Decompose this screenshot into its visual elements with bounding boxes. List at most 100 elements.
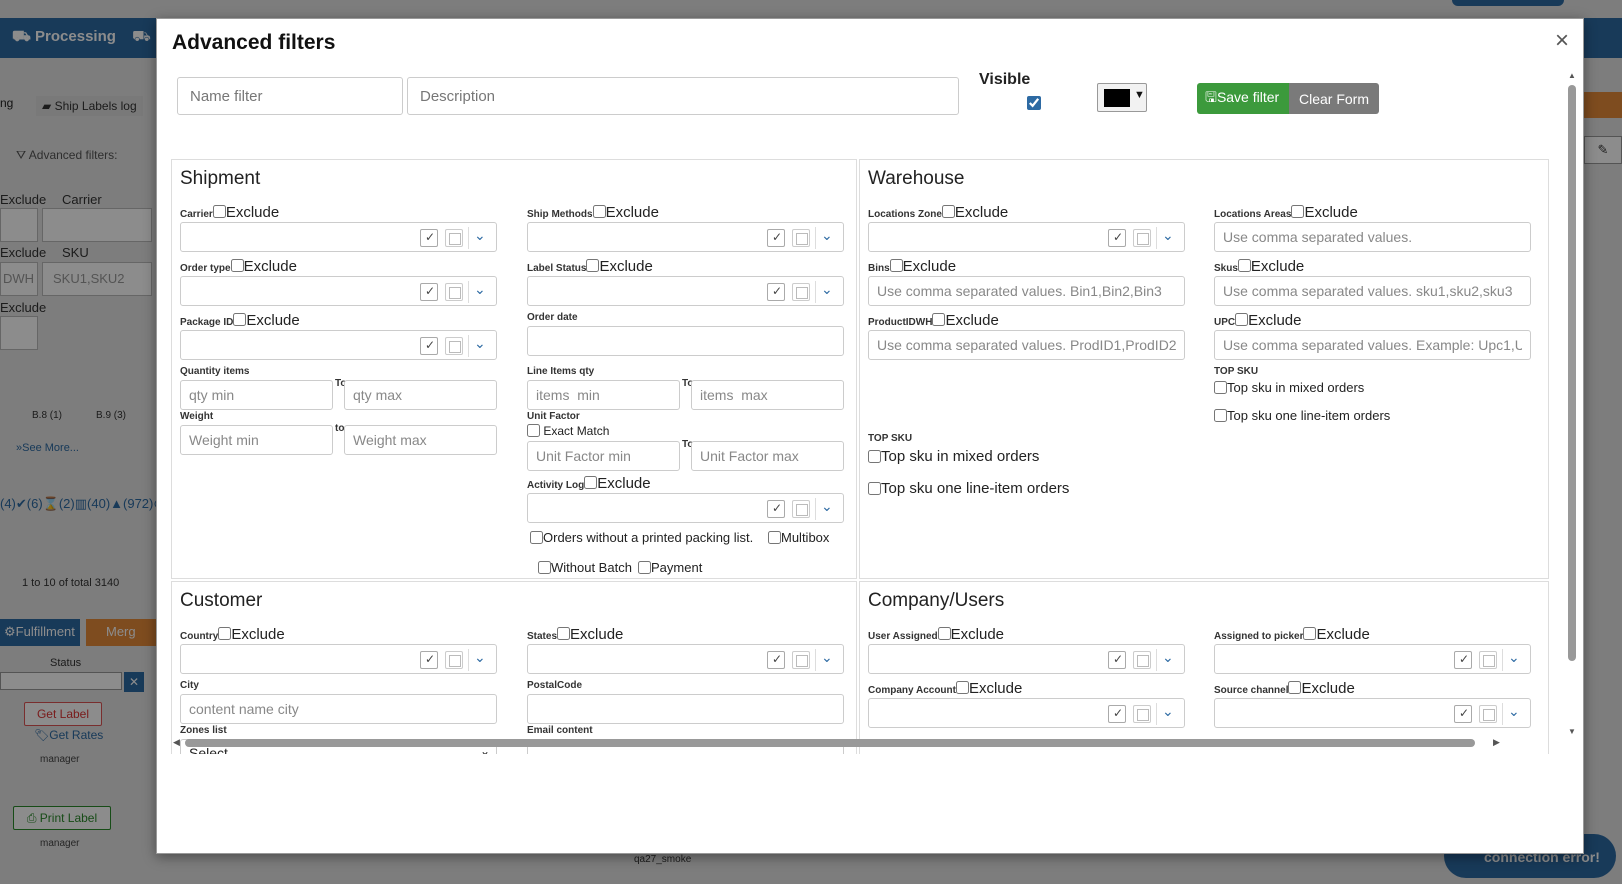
chevron-down-icon[interactable]: ⌄ — [821, 498, 833, 515]
activity-log-exclude-checkbox[interactable] — [584, 476, 598, 489]
scroll-down-icon[interactable]: ▼ — [1568, 727, 1576, 736]
qty-min-input[interactable] — [180, 380, 333, 410]
select-all-icon[interactable] — [767, 651, 785, 669]
country-multiselect[interactable]: ⌄ — [180, 644, 497, 674]
carrier-multiselect[interactable]: ⌄ — [180, 222, 497, 252]
package-id-multiselect[interactable]: ⌄ — [180, 330, 497, 360]
unit-factor-min-input[interactable] — [527, 441, 680, 471]
states-exclude-checkbox[interactable] — [557, 627, 571, 640]
deselect-all-icon[interactable] — [445, 337, 463, 355]
chevron-down-icon[interactable]: ⌄ — [1508, 649, 1520, 666]
deselect-all-icon[interactable] — [792, 500, 810, 518]
chevron-down-icon[interactable]: ⌄ — [474, 227, 486, 244]
vertical-scroll-thumb[interactable] — [1568, 85, 1576, 661]
source-channel-multiselect[interactable]: ⌄ — [1214, 698, 1531, 728]
close-icon[interactable]: × — [1555, 27, 1569, 55]
locations-areas-input[interactable] — [1214, 222, 1531, 252]
without-batch-checkbox[interactable] — [538, 561, 551, 574]
ship-methods-multiselect[interactable]: ⌄ — [527, 222, 844, 252]
product-idwh-input[interactable] — [868, 330, 1185, 360]
chevron-down-icon[interactable]: ⌄ — [474, 649, 486, 666]
top-sku-mixed-option-right[interactable]: Top sku in mixed orders — [1214, 380, 1364, 395]
horizontal-scroll-thumb[interactable] — [185, 739, 1475, 747]
order-date-input[interactable] — [527, 326, 844, 356]
deselect-all-icon[interactable] — [792, 229, 810, 247]
postal-code-input[interactable] — [527, 694, 844, 724]
chevron-down-icon[interactable]: ⌄ — [1162, 703, 1174, 720]
top-sku-mixed-checkbox-right[interactable] — [1214, 381, 1227, 394]
chevron-down-icon[interactable]: ⌄ — [821, 649, 833, 666]
user-assigned-multiselect[interactable]: ⌄ — [868, 644, 1185, 674]
chevron-down-icon[interactable]: ⌄ — [474, 281, 486, 298]
select-all-icon[interactable] — [420, 337, 438, 355]
locations-zone-exclude-checkbox[interactable] — [941, 205, 955, 218]
weight-min-input[interactable] — [180, 425, 333, 455]
select-all-icon[interactable] — [1108, 651, 1126, 669]
label-status-multiselect[interactable]: ⌄ — [527, 276, 844, 306]
assigned-to-picker-exclude-checkbox[interactable] — [1303, 627, 1317, 640]
deselect-all-icon[interactable] — [1133, 229, 1151, 247]
city-input[interactable] — [180, 694, 497, 724]
multibox-checkbox[interactable] — [768, 531, 781, 544]
company-account-exclude-checkbox[interactable] — [955, 681, 969, 694]
orders-without-packing-option[interactable]: Orders without a printed packing list. — [530, 530, 753, 545]
label-status-exclude-checkbox[interactable] — [586, 259, 600, 272]
carrier-exclude-checkbox[interactable] — [212, 205, 226, 218]
user-assigned-exclude-checkbox[interactable] — [937, 627, 951, 640]
skus-exclude-checkbox[interactable] — [1237, 259, 1251, 272]
chevron-down-icon[interactable]: ⌄ — [1162, 227, 1174, 244]
assigned-to-picker-multiselect[interactable]: ⌄ — [1214, 644, 1531, 674]
scroll-up-icon[interactable]: ▲ — [1568, 71, 1576, 80]
orders-without-packing-checkbox[interactable] — [530, 531, 543, 544]
top-sku-mixed-option[interactable]: Top sku in mixed orders — [868, 448, 1039, 465]
items-max-input[interactable] — [691, 380, 844, 410]
order-type-multiselect[interactable]: ⌄ — [180, 276, 497, 306]
ship-methods-exclude-checkbox[interactable] — [592, 205, 606, 218]
select-all-icon[interactable] — [1454, 705, 1472, 723]
name-filter-input[interactable] — [177, 77, 403, 115]
exact-match-option[interactable]: Exact Match — [527, 424, 609, 438]
description-input[interactable] — [407, 77, 959, 115]
activity-log-multiselect[interactable]: ⌄ — [527, 493, 844, 523]
qty-max-input[interactable] — [344, 380, 497, 410]
deselect-all-icon[interactable] — [1133, 705, 1151, 723]
color-picker[interactable]: ▼ — [1097, 83, 1147, 112]
chevron-down-icon[interactable]: ⌄ — [1162, 649, 1174, 666]
deselect-all-icon[interactable] — [445, 283, 463, 301]
select-all-icon[interactable] — [767, 283, 785, 301]
select-all-icon[interactable] — [420, 283, 438, 301]
deselect-all-icon[interactable] — [792, 283, 810, 301]
select-all-icon[interactable] — [420, 229, 438, 247]
states-multiselect[interactable]: ⌄ — [527, 644, 844, 674]
select-all-icon[interactable] — [420, 651, 438, 669]
save-filter-button[interactable]: 🖫Save filter — [1197, 83, 1289, 114]
country-exclude-checkbox[interactable] — [218, 627, 232, 640]
package-id-exclude-checkbox[interactable] — [233, 313, 247, 326]
select-all-icon[interactable] — [767, 229, 785, 247]
weight-max-input[interactable] — [344, 425, 497, 455]
items-min-input[interactable] — [527, 380, 680, 410]
scroll-right-icon[interactable]: ▶ — [1493, 737, 1500, 748]
upc-exclude-checkbox[interactable] — [1235, 313, 1249, 326]
exact-match-checkbox[interactable] — [527, 424, 540, 437]
top-sku-one-line-option[interactable]: Top sku one line-item orders — [868, 480, 1069, 497]
bins-exclude-checkbox[interactable] — [889, 259, 903, 272]
visible-checkbox[interactable] — [1027, 96, 1041, 110]
chevron-down-icon[interactable]: ⌄ — [821, 227, 833, 244]
unit-factor-max-input[interactable] — [691, 441, 844, 471]
top-sku-one-line-checkbox[interactable] — [868, 482, 881, 495]
deselect-all-icon[interactable] — [445, 651, 463, 669]
select-all-icon[interactable] — [1108, 705, 1126, 723]
chevron-down-icon[interactable]: ⌄ — [474, 335, 486, 352]
deselect-all-icon[interactable] — [1133, 651, 1151, 669]
upc-input[interactable] — [1214, 330, 1531, 360]
skus-input[interactable] — [1214, 276, 1531, 306]
company-account-multiselect[interactable]: ⌄ — [868, 698, 1185, 728]
horizontal-scrollbar[interactable]: ◀ ▶ — [173, 737, 1503, 747]
filters-scroll-area[interactable]: Shipment Carrier Exclude ⌄ Ship Methods Ex… — [171, 129, 1561, 754]
top-sku-mixed-checkbox[interactable] — [868, 450, 881, 463]
vertical-scrollbar[interactable]: ▲ ▼ — [1567, 71, 1577, 741]
deselect-all-icon[interactable] — [792, 651, 810, 669]
clear-form-button[interactable]: Clear Form — [1289, 83, 1379, 114]
select-all-icon[interactable] — [1108, 229, 1126, 247]
